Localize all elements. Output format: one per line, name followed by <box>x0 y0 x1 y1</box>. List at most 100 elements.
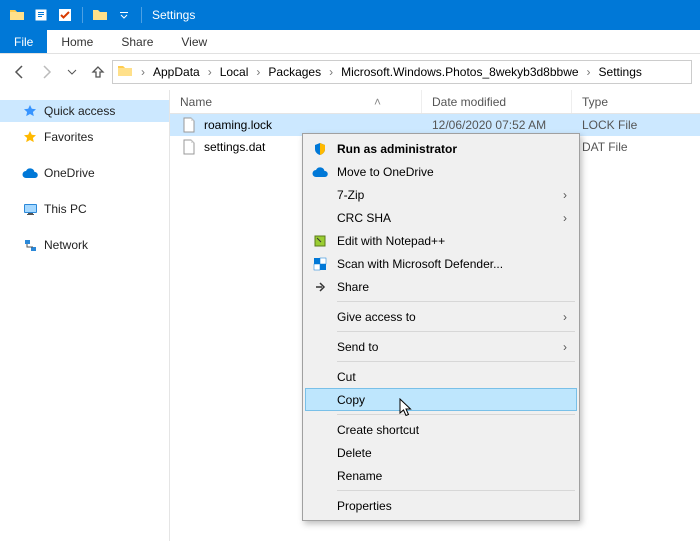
ctx-separator <box>337 331 575 332</box>
chevron-right-icon: › <box>563 188 567 202</box>
file-icon <box>182 139 198 155</box>
ctx-label: Copy <box>337 393 365 407</box>
defender-icon <box>311 255 329 273</box>
sort-asc-icon: ˄ <box>374 95 381 109</box>
sidebar-label: This PC <box>44 202 87 216</box>
ctx-label: 7-Zip <box>337 188 364 202</box>
ctx-separator <box>337 301 575 302</box>
address-folder-icon <box>117 63 135 81</box>
tab-file[interactable]: File <box>0 30 47 53</box>
ctx-run-admin[interactable]: Run as administrator <box>305 137 577 160</box>
checkmark-icon[interactable] <box>54 4 76 26</box>
ctx-delete[interactable]: Delete <box>305 441 577 464</box>
chevron-right-icon[interactable]: › <box>204 65 216 79</box>
window-title: Settings <box>152 8 195 22</box>
ctx-label: Properties <box>337 499 392 513</box>
tab-share[interactable]: Share <box>107 30 167 53</box>
ctx-copy[interactable]: Copy <box>305 388 577 411</box>
up-button[interactable] <box>86 60 110 84</box>
header-date[interactable]: Date modified <box>422 90 572 113</box>
chevron-right-icon: › <box>563 340 567 354</box>
header-name[interactable]: Name ˄ <box>170 90 422 113</box>
crumb-local[interactable]: Local <box>216 65 253 79</box>
address-bar[interactable]: › AppData › Local › Packages › Microsoft… <box>112 60 692 84</box>
chevron-right-icon[interactable]: › <box>252 65 264 79</box>
file-type: DAT File <box>572 140 700 154</box>
ctx-create-shortcut[interactable]: Create shortcut <box>305 418 577 441</box>
ctx-label: Send to <box>337 340 378 354</box>
quick-access-toolbar <box>6 4 146 26</box>
chevron-right-icon[interactable]: › <box>583 65 595 79</box>
ctx-give-access[interactable]: Give access to › <box>305 305 577 328</box>
cloud-icon <box>311 163 329 181</box>
ctx-label: Edit with Notepad++ <box>337 234 445 248</box>
crumb-appdata[interactable]: AppData <box>149 65 204 79</box>
ctx-separator <box>337 361 575 362</box>
ctx-rename[interactable]: Rename <box>305 464 577 487</box>
ctx-send-to[interactable]: Send to › <box>305 335 577 358</box>
header-type[interactable]: Type <box>572 90 700 113</box>
ctx-cut[interactable]: Cut <box>305 365 577 388</box>
ctx-label: CRC SHA <box>337 211 391 225</box>
crumb-settings[interactable]: Settings <box>595 65 646 79</box>
ctx-label: Create shortcut <box>337 423 419 437</box>
chevron-right-icon[interactable]: › <box>325 65 337 79</box>
sidebar-item-network[interactable]: Network <box>0 234 169 256</box>
back-button[interactable] <box>8 60 32 84</box>
ctx-label: Rename <box>337 469 382 483</box>
chevron-right-icon[interactable]: › <box>137 65 149 79</box>
ctx-label: Scan with Microsoft Defender... <box>337 257 503 271</box>
breadcrumb: › AppData › Local › Packages › Microsoft… <box>137 65 646 79</box>
ctx-7zip[interactable]: 7-Zip › <box>305 183 577 206</box>
sidebar-item-this-pc[interactable]: This PC <box>0 198 169 220</box>
file-name: roaming.lock <box>204 118 272 132</box>
ctx-label: Delete <box>337 446 372 460</box>
sidebar-label: Favorites <box>44 130 93 144</box>
ctx-share[interactable]: Share <box>305 275 577 298</box>
ctx-scan-defender[interactable]: Scan with Microsoft Defender... <box>305 252 577 275</box>
qat-divider <box>82 7 83 23</box>
sidebar-label: OneDrive <box>44 166 95 180</box>
crumb-photos[interactable]: Microsoft.Windows.Photos_8wekyb3d8bbwe <box>337 65 582 79</box>
ctx-label: Run as administrator <box>337 142 457 156</box>
sidebar-item-quick-access[interactable]: Quick access <box>0 100 169 122</box>
notepad-icon <box>311 232 329 250</box>
cloud-icon <box>22 165 38 181</box>
qat-dropdown-icon[interactable] <box>113 4 135 26</box>
folder-icon <box>6 4 28 26</box>
chevron-right-icon: › <box>563 310 567 324</box>
sidebar-label: Quick access <box>44 104 115 118</box>
column-headers: Name ˄ Date modified Type <box>170 90 700 114</box>
titlebar: Settings <box>0 0 700 30</box>
file-name: settings.dat <box>204 140 265 154</box>
file-date: 12/06/2020 07:52 AM <box>422 118 572 132</box>
sidebar-item-favorites[interactable]: Favorites <box>0 126 169 148</box>
ctx-label: Cut <box>337 370 356 384</box>
ctx-separator <box>337 490 575 491</box>
properties-icon[interactable] <box>30 4 52 26</box>
share-icon <box>311 278 329 296</box>
tab-view[interactable]: View <box>167 30 221 53</box>
tab-home[interactable]: Home <box>47 30 107 53</box>
ctx-move-onedrive[interactable]: Move to OneDrive <box>305 160 577 183</box>
network-icon <box>22 237 38 253</box>
ctx-label: Give access to <box>337 310 416 324</box>
ctx-properties[interactable]: Properties <box>305 494 577 517</box>
nav-row: › AppData › Local › Packages › Microsoft… <box>0 54 700 90</box>
ribbon-tabs: File Home Share View <box>0 30 700 54</box>
recent-dropdown[interactable] <box>60 60 84 84</box>
ctx-label: Share <box>337 280 369 294</box>
sidebar-label: Network <box>44 238 88 252</box>
ctx-edit-npp[interactable]: Edit with Notepad++ <box>305 229 577 252</box>
crumb-packages[interactable]: Packages <box>264 65 325 79</box>
ctx-crc-sha[interactable]: CRC SHA › <box>305 206 577 229</box>
sidebar-item-onedrive[interactable]: OneDrive <box>0 162 169 184</box>
file-type: LOCK File <box>572 118 700 132</box>
header-name-label: Name <box>180 95 212 109</box>
file-icon <box>182 117 198 133</box>
qat-divider-2 <box>141 7 142 23</box>
sidebar: Quick access Favorites OneDrive This PC <box>0 90 170 541</box>
ctx-label: Move to OneDrive <box>337 165 434 179</box>
monitor-icon <box>22 201 38 217</box>
folder-small-icon <box>89 4 111 26</box>
